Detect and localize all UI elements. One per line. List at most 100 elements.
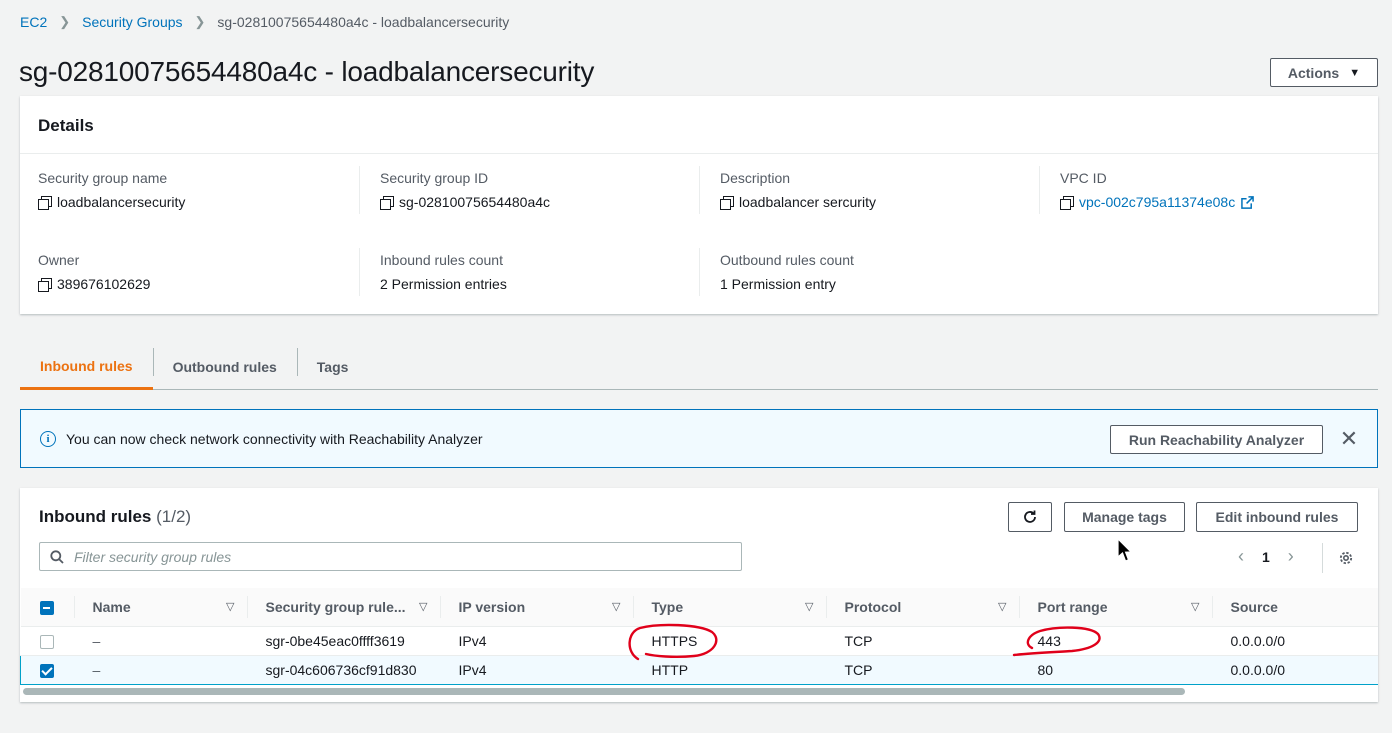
sort-icon[interactable]: ▽ xyxy=(226,600,234,613)
refresh-button[interactable] xyxy=(1008,502,1052,532)
detail-security-group-name: Security group name loadbalancersecurity xyxy=(38,170,358,210)
info-icon: i xyxy=(40,430,56,447)
sort-icon[interactable]: ▽ xyxy=(998,600,1006,613)
close-icon[interactable]: ✕ xyxy=(1338,425,1360,453)
detail-label: VPC ID xyxy=(1060,170,1107,186)
copy-icon[interactable] xyxy=(1060,195,1074,210)
search-icon xyxy=(50,549,64,564)
detail-vpc-id: VPC ID vpc-002c795a11374e08c xyxy=(1039,166,1359,214)
column-header-source[interactable]: Source xyxy=(1211,588,1378,627)
cell-port-range: 80 xyxy=(1018,654,1212,685)
pointer-cursor-icon xyxy=(1117,538,1133,562)
actions-button[interactable]: Actions ▼ xyxy=(1270,58,1378,87)
page-title: sg-02810075654480a4c - loadbalancersecur… xyxy=(19,56,595,87)
cell-type: HTTP xyxy=(632,654,826,685)
cell-port-range: 443 xyxy=(1018,626,1212,656)
manage-tags-button[interactable]: Manage tags xyxy=(1064,502,1185,532)
table-row[interactable]: – sgr-0be45eac0ffff3619 IPv4 HTTPS TCP 4… xyxy=(20,626,1378,656)
refresh-icon xyxy=(1024,510,1036,523)
breadcrumb-ec2-link[interactable]: EC2 xyxy=(20,14,47,30)
column-header-port-range[interactable]: Port range ▽ xyxy=(1018,588,1212,627)
select-all-checkbox[interactable] xyxy=(39,600,54,615)
column-header-rule-id[interactable]: Security group rule... ▽ xyxy=(246,588,440,627)
inbound-rules-count: (1/2) xyxy=(156,507,192,526)
row-checkbox[interactable] xyxy=(40,663,54,678)
pagination: ‹ 1 › xyxy=(1238,546,1294,567)
copy-icon[interactable] xyxy=(720,195,734,210)
detail-value: loadbalancer sercurity xyxy=(739,194,876,210)
detail-value: 2 Permission entries xyxy=(380,276,507,292)
cell-protocol: TCP xyxy=(825,654,1019,685)
inbound-rules-title: Inbound rules xyxy=(39,507,152,526)
cell-name: – xyxy=(92,632,101,649)
column-header-protocol[interactable]: Protocol ▽ xyxy=(825,588,1019,627)
horizontal-scrollbar[interactable] xyxy=(23,688,1185,695)
sort-icon[interactable]: ▽ xyxy=(805,600,813,613)
sort-icon[interactable]: ▽ xyxy=(612,600,620,613)
column-header-name[interactable]: Name ▽ xyxy=(73,588,247,627)
detail-value: 1 Permission entry xyxy=(720,276,836,292)
details-panel: Details Security group name loadbalancer… xyxy=(20,96,1378,314)
tab-outbound-rules[interactable]: Outbound rules xyxy=(152,344,297,390)
detail-label: Outbound rules count xyxy=(720,252,854,268)
banner-text: You can now check network connectivity w… xyxy=(66,430,483,447)
edit-inbound-rules-button[interactable]: Edit inbound rules xyxy=(1196,502,1358,532)
row-checkbox[interactable] xyxy=(39,634,54,649)
tab-tags[interactable]: Tags xyxy=(296,344,369,390)
external-link-icon[interactable] xyxy=(1241,195,1255,209)
detail-value: 389676102629 xyxy=(57,276,151,292)
column-header-ip-version[interactable]: IP version ▽ xyxy=(439,588,633,627)
cell-protocol: TCP xyxy=(825,626,1019,656)
tab-inbound-rules[interactable]: Inbound rules xyxy=(20,344,153,390)
cell-ip-version: IPv4 xyxy=(439,654,633,685)
page-number[interactable]: 1 xyxy=(1262,549,1270,565)
vpc-id-link[interactable]: vpc-002c795a11374e08c xyxy=(1079,194,1235,210)
detail-inbound-count: Inbound rules count 2 Permission entries xyxy=(359,248,679,296)
detail-label: Description xyxy=(720,170,791,186)
table-header-row: Name ▽ Security group rule... ▽ IP version… xyxy=(20,588,1378,627)
column-header-type[interactable]: Type ▽ xyxy=(632,588,826,627)
details-title: Details xyxy=(20,96,1378,154)
detail-value: loadbalancersecurity xyxy=(57,194,186,210)
breadcrumb-current: sg-02810075654480a4c - loadbalancersecur… xyxy=(217,14,510,30)
reachability-banner: i You can now check network connectivity… xyxy=(20,409,1378,468)
cell-source: 0.0.0.0/0 xyxy=(1211,626,1378,656)
cell-rule-id: sgr-04c606736cf91d830 xyxy=(246,654,440,685)
cell-ip-version: IPv4 xyxy=(439,626,633,656)
copy-icon[interactable] xyxy=(38,195,52,210)
next-page-icon[interactable]: › xyxy=(1288,546,1294,567)
inbound-rules-heading: Inbound rules (1/2) xyxy=(39,507,191,527)
cell-type: HTTPS xyxy=(632,626,826,656)
actions-button-label: Actions xyxy=(1287,64,1340,81)
cell-source: 0.0.0.0/0 xyxy=(1211,654,1378,685)
detail-label: Owner xyxy=(38,252,80,268)
settings-icon[interactable] xyxy=(1338,550,1354,566)
filter-field[interactable] xyxy=(39,542,742,571)
sort-icon[interactable]: ▽ xyxy=(419,600,427,613)
breadcrumb: EC2 ❯ Security Groups ❯ sg-0281007565448… xyxy=(20,14,509,30)
detail-description: Description loadbalancer sercurity xyxy=(699,166,1019,214)
detail-outbound-count: Outbound rules count 1 Permission entry xyxy=(699,248,1019,296)
chevron-right-icon: ❯ xyxy=(194,14,206,29)
detail-security-group-id: Security group ID sg-02810075654480a4c xyxy=(359,166,679,214)
detail-owner: Owner 389676102629 xyxy=(38,252,358,292)
tab-bar: Inbound rules Outbound rules Tags xyxy=(20,344,1378,390)
previous-page-icon[interactable]: ‹ xyxy=(1238,546,1244,567)
caret-down-icon: ▼ xyxy=(1349,66,1361,79)
table-row[interactable]: – sgr-04c606736cf91d830 IPv4 HTTP TCP 80… xyxy=(20,654,1378,685)
copy-icon[interactable] xyxy=(380,195,394,210)
sort-icon[interactable]: ▽ xyxy=(1191,600,1199,613)
filter-input[interactable] xyxy=(74,548,714,565)
cell-rule-id: sgr-0be45eac0ffff3619 xyxy=(246,626,440,656)
breadcrumb-security-groups-link[interactable]: Security Groups xyxy=(82,14,182,30)
detail-value: sg-02810075654480a4c xyxy=(399,194,551,210)
detail-label: Security group name xyxy=(38,170,168,186)
chevron-right-icon: ❯ xyxy=(59,14,71,29)
detail-label: Inbound rules count xyxy=(380,252,503,268)
select-all-header xyxy=(20,588,74,627)
run-reachability-analyzer-button[interactable]: Run Reachability Analyzer xyxy=(1110,425,1323,454)
cell-name: – xyxy=(92,661,101,678)
preferences xyxy=(1322,543,1354,573)
copy-icon[interactable] xyxy=(38,277,52,292)
inbound-rules-table: Name ▽ Security group rule... ▽ IP version… xyxy=(20,588,1378,685)
